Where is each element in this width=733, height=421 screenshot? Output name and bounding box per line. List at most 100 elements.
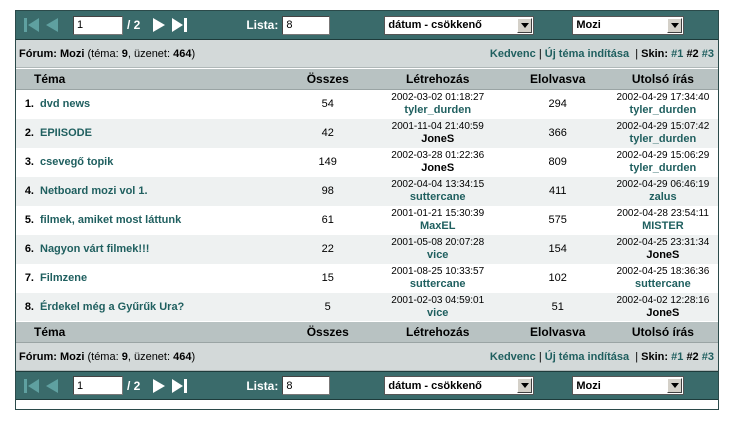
last-user-link[interactable]: JoneS [608, 307, 718, 320]
new-topic-link[interactable]: Új téma indítása [545, 351, 629, 363]
chevron-down-icon[interactable] [517, 17, 533, 33]
next-page-icon[interactable] [150, 16, 168, 34]
created-cell: 2001-05-08 20:07:28 vice [367, 234, 508, 264]
sort-select[interactable]: dátum - csökkenő [384, 376, 535, 395]
col-created[interactable]: Létrehozás [367, 68, 508, 90]
category-select[interactable]: Mozi [572, 376, 685, 395]
read-count: 51 [507, 292, 608, 322]
last-user-link[interactable]: MISTER [608, 220, 718, 233]
total-count: 98 [287, 176, 368, 206]
page-number-input[interactable] [73, 15, 123, 35]
favorite-link[interactable]: Kedvenc [490, 48, 536, 60]
table-header-row: Téma Összes Létrehozás Elolvasva Utolsó … [16, 68, 718, 90]
list-size-input[interactable] [282, 15, 331, 35]
first-page-icon[interactable] [23, 16, 41, 34]
last-user-link[interactable]: tyler_durden [608, 104, 718, 117]
last-post-cell: 2002-04-02 12:28:16 JoneS [607, 292, 718, 322]
prev-page-icon[interactable] [43, 16, 61, 34]
skin-3-link[interactable]: #3 [702, 48, 714, 60]
col-last-footer[interactable]: Utolsó írás [607, 321, 718, 343]
col-topic-footer[interactable]: Téma [16, 321, 288, 343]
stats-mid: , üzenet: [127, 47, 171, 60]
last-date: 2002-04-29 17:34:40 [616, 92, 710, 104]
last-date: 2002-04-29 15:07:42 [616, 121, 710, 132]
forum-name: Mozi [59, 350, 85, 363]
last-user-link[interactable]: zalus [608, 191, 718, 204]
forum-links: Kedvenc | Új téma indítása | Skin: #1 #2… [489, 350, 714, 363]
row-number: 6. [16, 234, 36, 264]
skin-3-link[interactable]: #3 [702, 351, 714, 363]
topic-link[interactable]: Nagyon várt filmek!!! [36, 234, 288, 264]
skin-1-link[interactable]: #1 [671, 351, 683, 363]
favorite-link[interactable]: Kedvenc [490, 351, 536, 363]
row-number: 7. [16, 263, 36, 293]
chevron-down-icon[interactable] [667, 17, 683, 33]
created-cell: 2001-08-25 10:33:57 suttercane [367, 263, 508, 293]
forum-panel: / 2 Lista: dátum - csökkenő Mozi Fórum: … [15, 10, 719, 410]
col-last[interactable]: Utolsó írás [607, 68, 718, 90]
last-page-icon[interactable] [170, 377, 188, 395]
topic-link[interactable]: csevegő topik [36, 147, 288, 177]
row-number: 2. [16, 118, 36, 148]
table-row: 5. filmek, amiket most láttunk 61 2001-0… [16, 205, 718, 235]
chevron-down-icon[interactable] [517, 378, 533, 393]
created-user-link[interactable]: MaxEL [368, 220, 508, 233]
last-user-link[interactable]: tyler_durden [608, 162, 718, 175]
created-user-link[interactable]: suttercane [368, 191, 508, 204]
topic-link[interactable]: EPIISODE [36, 118, 288, 148]
last-user-link[interactable]: suttercane [608, 278, 718, 291]
list-size-input[interactable] [282, 376, 331, 395]
created-user-link[interactable]: JoneS [368, 162, 508, 175]
next-page-icon[interactable] [150, 377, 168, 395]
page-total: / 2 [127, 18, 141, 32]
col-read-footer[interactable]: Elolvasva [507, 321, 608, 343]
last-post-cell: 2002-04-29 15:07:42 tyler_durden [607, 118, 718, 148]
col-topic[interactable]: Téma [16, 68, 288, 90]
last-page-icon[interactable] [170, 16, 188, 34]
topic-link[interactable]: Filmzene [36, 263, 288, 293]
created-cell: 2001-11-04 21:40:59 JoneS [367, 118, 508, 148]
message-count: 464 [173, 47, 192, 60]
created-cell: 2002-04-04 13:34:15 suttercane [367, 176, 508, 206]
col-total-footer[interactable]: Összes [287, 321, 368, 343]
col-read[interactable]: Elolvasva [507, 68, 608, 90]
created-user-link[interactable]: vice [368, 249, 508, 262]
forum-stats: Fórum: Mozi (téma: 9, üzenet: 464) [19, 48, 195, 60]
created-date: 2002-04-04 13:34:15 [391, 179, 485, 190]
created-user-link[interactable]: tyler_durden [368, 104, 508, 117]
last-post-cell: 2002-04-25 23:31:34 JoneS [607, 234, 718, 264]
prev-page-icon[interactable] [43, 377, 61, 395]
col-total[interactable]: Összes [287, 68, 368, 90]
new-topic-link[interactable]: Új téma indítása [545, 48, 629, 60]
read-count: 809 [507, 147, 608, 177]
created-user-link[interactable]: vice [368, 307, 508, 320]
last-post-cell: 2002-04-28 23:54:11 MISTER [607, 205, 718, 235]
created-user-link[interactable]: JoneS [368, 133, 508, 146]
page-number-input[interactable] [73, 376, 123, 395]
created-user-link[interactable]: suttercane [368, 278, 508, 291]
total-count: 22 [287, 234, 368, 264]
created-date: 2001-01-21 15:30:39 [391, 208, 485, 219]
topic-link[interactable]: Netboard mozi vol 1. [36, 176, 288, 206]
first-page-icon[interactable] [23, 377, 41, 395]
topic-link[interactable]: Érdekel még a Gyűrűk Ura? [36, 292, 288, 322]
chevron-down-icon[interactable] [667, 378, 683, 393]
last-date: 2002-04-29 06:46:19 [616, 179, 710, 190]
read-count: 294 [507, 89, 608, 119]
sort-select[interactable]: dátum - csökkenő [384, 15, 535, 35]
created-date: 2002-03-28 01:22:36 [391, 150, 485, 161]
bottom-toolbar: / 2 Lista: dátum - csökkenő Mozi [16, 371, 718, 400]
forum-stats: Fórum: Mozi (téma: 9, üzenet: 464) [19, 351, 195, 363]
last-user-link[interactable]: tyler_durden [608, 133, 718, 146]
list-label: Lista: [246, 18, 279, 32]
category-select[interactable]: Mozi [572, 15, 685, 35]
topic-link[interactable]: dvd news [36, 89, 288, 119]
total-count: 42 [287, 118, 368, 148]
last-user-link[interactable]: JoneS [608, 249, 718, 262]
topic-link[interactable]: filmek, amiket most láttunk [36, 205, 288, 235]
list-label: Lista: [246, 378, 279, 393]
col-created-footer[interactable]: Létrehozás [367, 321, 508, 343]
skin-1-link[interactable]: #1 [671, 48, 683, 60]
forum-info-bar: Fórum: Mozi (téma: 9, üzenet: 464) Kedve… [16, 40, 718, 68]
row-number: 8. [16, 292, 36, 322]
